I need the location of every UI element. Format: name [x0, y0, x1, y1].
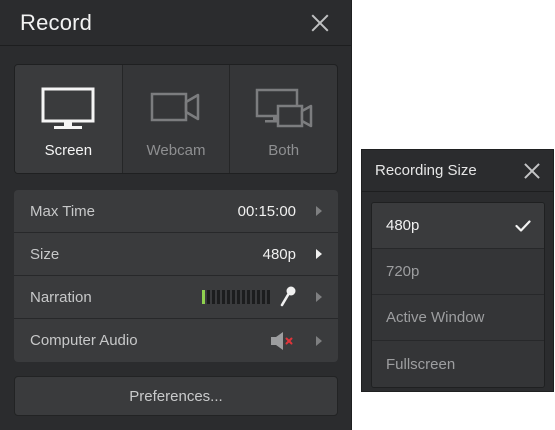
mode-screen-button[interactable]: Screen [15, 65, 123, 173]
meter-segment [267, 290, 270, 304]
max-time-label: Max Time [30, 202, 96, 220]
narration-level-meter [202, 290, 272, 304]
size-label: Size [30, 245, 60, 263]
size-option-fullscreen[interactable]: Fullscreen [372, 341, 544, 387]
meter-segment [202, 290, 205, 304]
chevron-right-icon [316, 292, 322, 302]
webcam-icon [150, 92, 200, 122]
mode-screen-label: Screen [44, 142, 93, 159]
narration-row[interactable]: Narration [14, 276, 338, 319]
recording-size-options: 480p 720p Active Window Fullscreen [371, 202, 545, 388]
chevron-right-icon [316, 249, 322, 259]
narration-label: Narration [30, 288, 92, 306]
preferences-label: Preferences... [129, 387, 223, 405]
computer-audio-label: Computer Audio [30, 332, 138, 349]
max-time-value: 00:15:00 [237, 202, 296, 220]
microphone-icon[interactable] [280, 286, 296, 308]
stage: Record Screen Webcam Both Max Time 00:15… [0, 0, 555, 430]
meter-segment [247, 290, 250, 304]
mode-both-button[interactable]: Both [230, 65, 337, 173]
max-time-row[interactable]: Max Time 00:15:00 [14, 190, 338, 233]
meter-segment [232, 290, 235, 304]
meter-segment [257, 290, 260, 304]
size-option-label: Fullscreen [386, 355, 456, 373]
mode-webcam-button[interactable]: Webcam [123, 65, 231, 173]
meter-segment [207, 290, 210, 304]
meter-segment [237, 290, 240, 304]
record-settings-list: Max Time 00:15:00 Size 480p Narration Co… [14, 190, 338, 362]
chevron-right-icon [316, 206, 322, 216]
meter-segment [217, 290, 220, 304]
computer-audio-row[interactable]: Computer Audio [14, 319, 338, 362]
meter-segment [212, 290, 215, 304]
speaker-muted-icon[interactable] [270, 331, 296, 351]
mode-webcam-label: Webcam [146, 142, 206, 159]
meter-segment [252, 290, 255, 304]
close-record-icon[interactable] [309, 12, 331, 34]
capture-mode-selector: Screen Webcam Both [14, 64, 338, 174]
size-option-480p[interactable]: 480p [372, 203, 544, 249]
monitor-icon [41, 87, 95, 129]
record-header: Record [0, 0, 351, 46]
recording-size-panel: Recording Size 480p 720p Active Window F… [361, 149, 554, 392]
record-title: Record [20, 9, 93, 35]
chevron-right-icon [316, 335, 322, 346]
size-option-label: 720p [386, 263, 420, 280]
meter-segment [242, 290, 245, 304]
size-value: 480p [262, 245, 296, 263]
checkmark-icon [515, 219, 531, 232]
size-option-label: 480p [386, 217, 420, 234]
screen-and-webcam-icon [255, 88, 312, 128]
meter-segment [227, 290, 230, 304]
mode-both-label: Both [268, 142, 300, 159]
meter-segment [262, 290, 265, 304]
size-option-720p[interactable]: 720p [372, 249, 544, 295]
size-row[interactable]: Size 480p [14, 233, 338, 276]
meter-segment [222, 290, 225, 304]
preferences-button[interactable]: Preferences... [14, 376, 338, 416]
size-option-label: Active Window [386, 309, 485, 326]
record-panel: Record Screen Webcam Both Max Time 00:15… [0, 0, 352, 430]
close-recording-size-icon[interactable] [523, 162, 541, 180]
recording-size-header: Recording Size [362, 150, 553, 192]
size-option-active-window[interactable]: Active Window [372, 295, 544, 341]
recording-size-title: Recording Size [375, 162, 477, 179]
